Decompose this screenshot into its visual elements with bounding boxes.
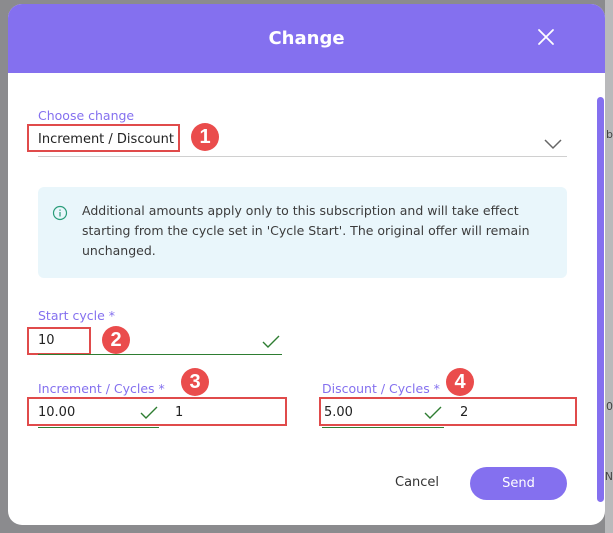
- start-cycle-underline: [38, 354, 282, 355]
- background-text-fragment: b: [606, 128, 613, 141]
- increment-amount-input[interactable]: 10.00: [38, 405, 75, 420]
- background-text-fragment: N: [604, 470, 613, 483]
- discount-label: Discount / Cycles *: [322, 381, 440, 396]
- discount-underline: [322, 427, 444, 428]
- dialog-title: Change: [268, 28, 345, 49]
- info-box: Additional amounts apply only to this su…: [38, 187, 567, 278]
- discount-cycles-input[interactable]: 2: [460, 405, 468, 420]
- info-text: Additional amounts apply only to this su…: [82, 203, 530, 258]
- scrollbar[interactable]: [597, 97, 604, 502]
- chevron-down-icon[interactable]: [543, 138, 563, 150]
- start-cycle-input[interactable]: 10: [38, 333, 55, 348]
- annotation-badge-1: 1: [191, 123, 219, 151]
- background-text-fragment: 0: [606, 400, 613, 413]
- cancel-button[interactable]: Cancel: [395, 475, 439, 490]
- check-icon: [424, 406, 442, 419]
- dialog-header: Change: [8, 4, 605, 73]
- send-button[interactable]: Send: [470, 467, 567, 500]
- choose-change-underline: [38, 156, 567, 157]
- change-dialog: Change Choose change Increment / Discoun…: [8, 4, 605, 525]
- increment-underline: [38, 427, 159, 428]
- choose-change-label: Choose change: [38, 108, 135, 123]
- start-cycle-label: Start cycle *: [38, 308, 116, 323]
- info-icon: [52, 205, 68, 221]
- annotation-box-2: [27, 327, 91, 355]
- close-icon[interactable]: [537, 28, 555, 46]
- choose-change-value[interactable]: Increment / Discount: [38, 132, 174, 147]
- annotation-badge-3: 3: [181, 368, 209, 396]
- increment-cycles-input[interactable]: 1: [175, 405, 183, 420]
- discount-amount-input[interactable]: 5.00: [324, 405, 353, 420]
- background-page-edge: [605, 0, 613, 533]
- annotation-badge-4: 4: [446, 368, 474, 396]
- check-icon: [140, 406, 158, 419]
- check-icon: [262, 335, 280, 348]
- annotation-badge-2: 2: [102, 326, 130, 354]
- annotation-box-4: [319, 397, 577, 426]
- increment-label: Increment / Cycles *: [38, 381, 165, 396]
